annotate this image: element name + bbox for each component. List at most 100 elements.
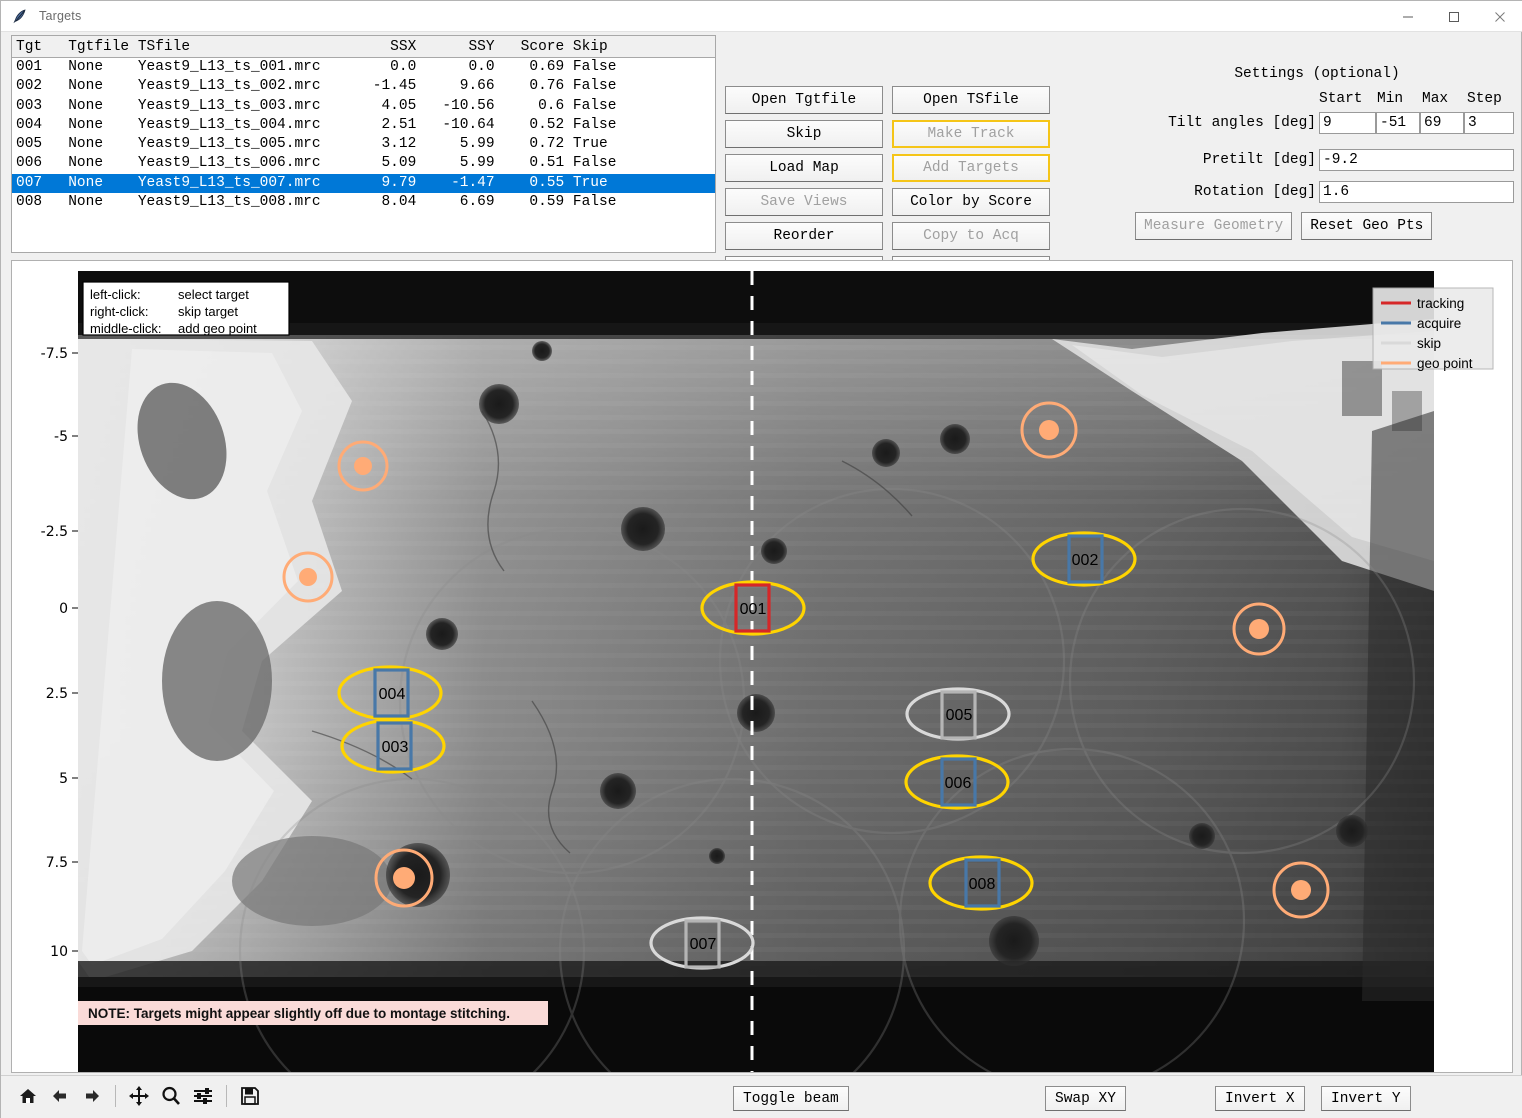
- target-label: 006: [945, 775, 972, 792]
- skip-button[interactable]: Skip: [725, 120, 883, 148]
- rotation-label: Rotation [deg]: [1194, 184, 1316, 200]
- table-row-selected[interactable]: 007 None Yeast9_L13_ts_007.mrc 9.79 -1.4…: [12, 173, 715, 194]
- target-label: 005: [946, 707, 973, 724]
- tilt-start-input[interactable]: [1319, 112, 1376, 134]
- montage-map-canvas[interactable]: 001 002 004 003 005 006 008 007 left-cli…: [12, 261, 1512, 1072]
- open-tsfile-button[interactable]: Open TSfile: [892, 86, 1050, 114]
- action-button-grid: Open Tgtfile Open TSfile Skip Make Track…: [725, 86, 1055, 286]
- y-tick-label: -7.5: [41, 346, 68, 362]
- pan-icon[interactable]: [124, 1081, 154, 1111]
- map-plot-panel[interactable]: 001 002 004 003 005 006 008 007 left-cli…: [11, 260, 1513, 1073]
- targets-table[interactable]: Tgt Tgtfile TSfile SSX SSY Score Skip 00…: [11, 35, 716, 253]
- pretilt-input[interactable]: [1319, 149, 1514, 171]
- close-button[interactable]: [1477, 1, 1522, 32]
- maximize-button[interactable]: [1431, 1, 1477, 32]
- target-label: 003: [382, 739, 409, 756]
- toggle-beam-button[interactable]: Toggle beam: [733, 1086, 849, 1111]
- table-header: Tgt Tgtfile TSfile SSX SSY Score Skip: [12, 36, 715, 58]
- pretilt-row: Pretilt [deg]: [1119, 149, 1514, 171]
- targets-window: Targets Tgt Tgtfile TSfile SSX SSY Score…: [0, 0, 1522, 1118]
- target-label: 007: [690, 936, 717, 953]
- reset-geo-pts-button[interactable]: Reset Geo Pts: [1301, 212, 1433, 240]
- target-label: 002: [1072, 552, 1099, 569]
- copy-to-acq-button[interactable]: Copy to Acq: [892, 222, 1050, 250]
- rotation-row: Rotation [deg]: [1119, 181, 1514, 203]
- table-row[interactable]: 004 None Yeast9_L13_ts_004.mrc 2.51 -10.…: [12, 116, 715, 135]
- table-row[interactable]: 005 None Yeast9_L13_ts_005.mrc 3.12 5.99…: [12, 135, 715, 154]
- tilt-angles-label: Tilt angles [deg]: [1168, 115, 1316, 131]
- y-tick-label: 0: [59, 601, 68, 617]
- legend-label-geo-point: geo point: [1417, 356, 1473, 371]
- title-bar: Targets: [1, 1, 1522, 32]
- open-tgtfile-button[interactable]: Open Tgtfile: [725, 86, 883, 114]
- save-icon[interactable]: [235, 1081, 265, 1111]
- note-text: NOTE: Targets might appear slightly off …: [88, 1006, 510, 1021]
- toolbar-divider: [115, 1085, 116, 1107]
- top-panel: Tgt Tgtfile TSfile SSX SSY Score Skip 00…: [1, 32, 1522, 284]
- back-arrow-icon[interactable]: [45, 1081, 75, 1111]
- tilt-max-input[interactable]: [1420, 112, 1464, 134]
- load-map-button[interactable]: Load Map: [725, 154, 883, 182]
- click-help-box: left-click: select target right-click: s…: [82, 281, 290, 336]
- pretilt-label: Pretilt [deg]: [1202, 152, 1316, 168]
- legend-label-tracking: tracking: [1417, 296, 1464, 311]
- help-key-left: left-click:: [90, 287, 141, 302]
- rotation-input[interactable]: [1319, 181, 1514, 203]
- y-tick-label: 7.5: [46, 855, 68, 871]
- y-tick-label: -2.5: [41, 524, 68, 540]
- make-track-button[interactable]: Make Track: [892, 120, 1050, 148]
- tilt-min-input[interactable]: [1376, 112, 1420, 134]
- feather-icon: [11, 7, 29, 25]
- zoom-icon[interactable]: [156, 1081, 186, 1111]
- tilt-column-headers: Start Min Max Step: [1319, 91, 1515, 109]
- window-title: Targets: [39, 9, 82, 23]
- target-label: 004: [379, 686, 406, 703]
- target-label: 001: [740, 601, 767, 618]
- invert-x-button[interactable]: Invert X: [1215, 1086, 1305, 1111]
- col-header-start: Start: [1319, 91, 1363, 107]
- legend-label-acquire: acquire: [1417, 316, 1461, 331]
- add-targets-button[interactable]: Add Targets: [892, 154, 1050, 182]
- reorder-button[interactable]: Reorder: [725, 222, 883, 250]
- bottom-toolbar: Toggle beam Swap XY Invert X Invert Y: [1, 1075, 1522, 1118]
- settings-title: Settings (optional): [1234, 66, 1400, 82]
- settings-panel: Settings (optional) Start Min Max Step T…: [1119, 66, 1515, 256]
- y-tick-label: -5: [54, 429, 68, 445]
- forward-arrow-icon[interactable]: [77, 1081, 107, 1111]
- stitching-note: NOTE: Targets might appear slightly off …: [78, 1001, 548, 1025]
- swap-xy-button[interactable]: Swap XY: [1045, 1086, 1126, 1111]
- toolbar-divider: [226, 1085, 227, 1107]
- table-row[interactable]: 008 None Yeast9_L13_ts_008.mrc 8.04 6.69…: [12, 193, 715, 212]
- tilt-angles-row: Tilt angles [deg]: [1119, 112, 1514, 134]
- table-body[interactable]: 001 None Yeast9_L13_ts_001.mrc 0.0 0.0 0…: [12, 58, 715, 212]
- plot-legend: tracking acquire skip geo point: [1372, 287, 1494, 371]
- col-header-min: Min: [1377, 91, 1404, 107]
- table-row[interactable]: 001 None Yeast9_L13_ts_001.mrc 0.0 0.0 0…: [12, 58, 715, 77]
- col-header-step: Step: [1467, 91, 1502, 107]
- help-key-middle: middle-click:: [90, 321, 162, 336]
- configure-subplots-icon[interactable]: [188, 1081, 218, 1111]
- table-row[interactable]: 002 None Yeast9_L13_ts_002.mrc -1.45 9.6…: [12, 77, 715, 96]
- measure-geometry-button[interactable]: Measure Geometry: [1135, 212, 1293, 240]
- matplotlib-toolbar: [13, 1081, 265, 1111]
- window-controls: [1385, 1, 1522, 32]
- minimize-button[interactable]: [1385, 1, 1431, 32]
- legend-label-skip: skip: [1417, 336, 1441, 351]
- help-action-right: skip target: [178, 304, 238, 319]
- target-label: 008: [969, 876, 996, 893]
- color-by-score-button[interactable]: Color by Score: [892, 188, 1050, 216]
- y-tick-label: 5: [59, 771, 68, 787]
- table-row[interactable]: 006 None Yeast9_L13_ts_006.mrc 5.09 5.99…: [12, 154, 715, 173]
- y-tick-label: 2.5: [46, 686, 68, 702]
- help-key-right: right-click:: [90, 304, 149, 319]
- table-row[interactable]: 003 None Yeast9_L13_ts_003.mrc 4.05 -10.…: [12, 97, 715, 116]
- save-views-button[interactable]: Save Views: [725, 188, 883, 216]
- invert-y-button[interactable]: Invert Y: [1321, 1086, 1411, 1111]
- geometry-buttons: Measure Geometry Reset Geo Pts: [1135, 212, 1433, 240]
- help-action-left: select target: [178, 287, 249, 302]
- tilt-step-input[interactable]: [1464, 112, 1514, 134]
- montage-image: [78, 271, 1434, 1072]
- y-tick-label: 10: [50, 944, 68, 960]
- home-icon[interactable]: [13, 1081, 43, 1111]
- col-header-max: Max: [1422, 91, 1449, 107]
